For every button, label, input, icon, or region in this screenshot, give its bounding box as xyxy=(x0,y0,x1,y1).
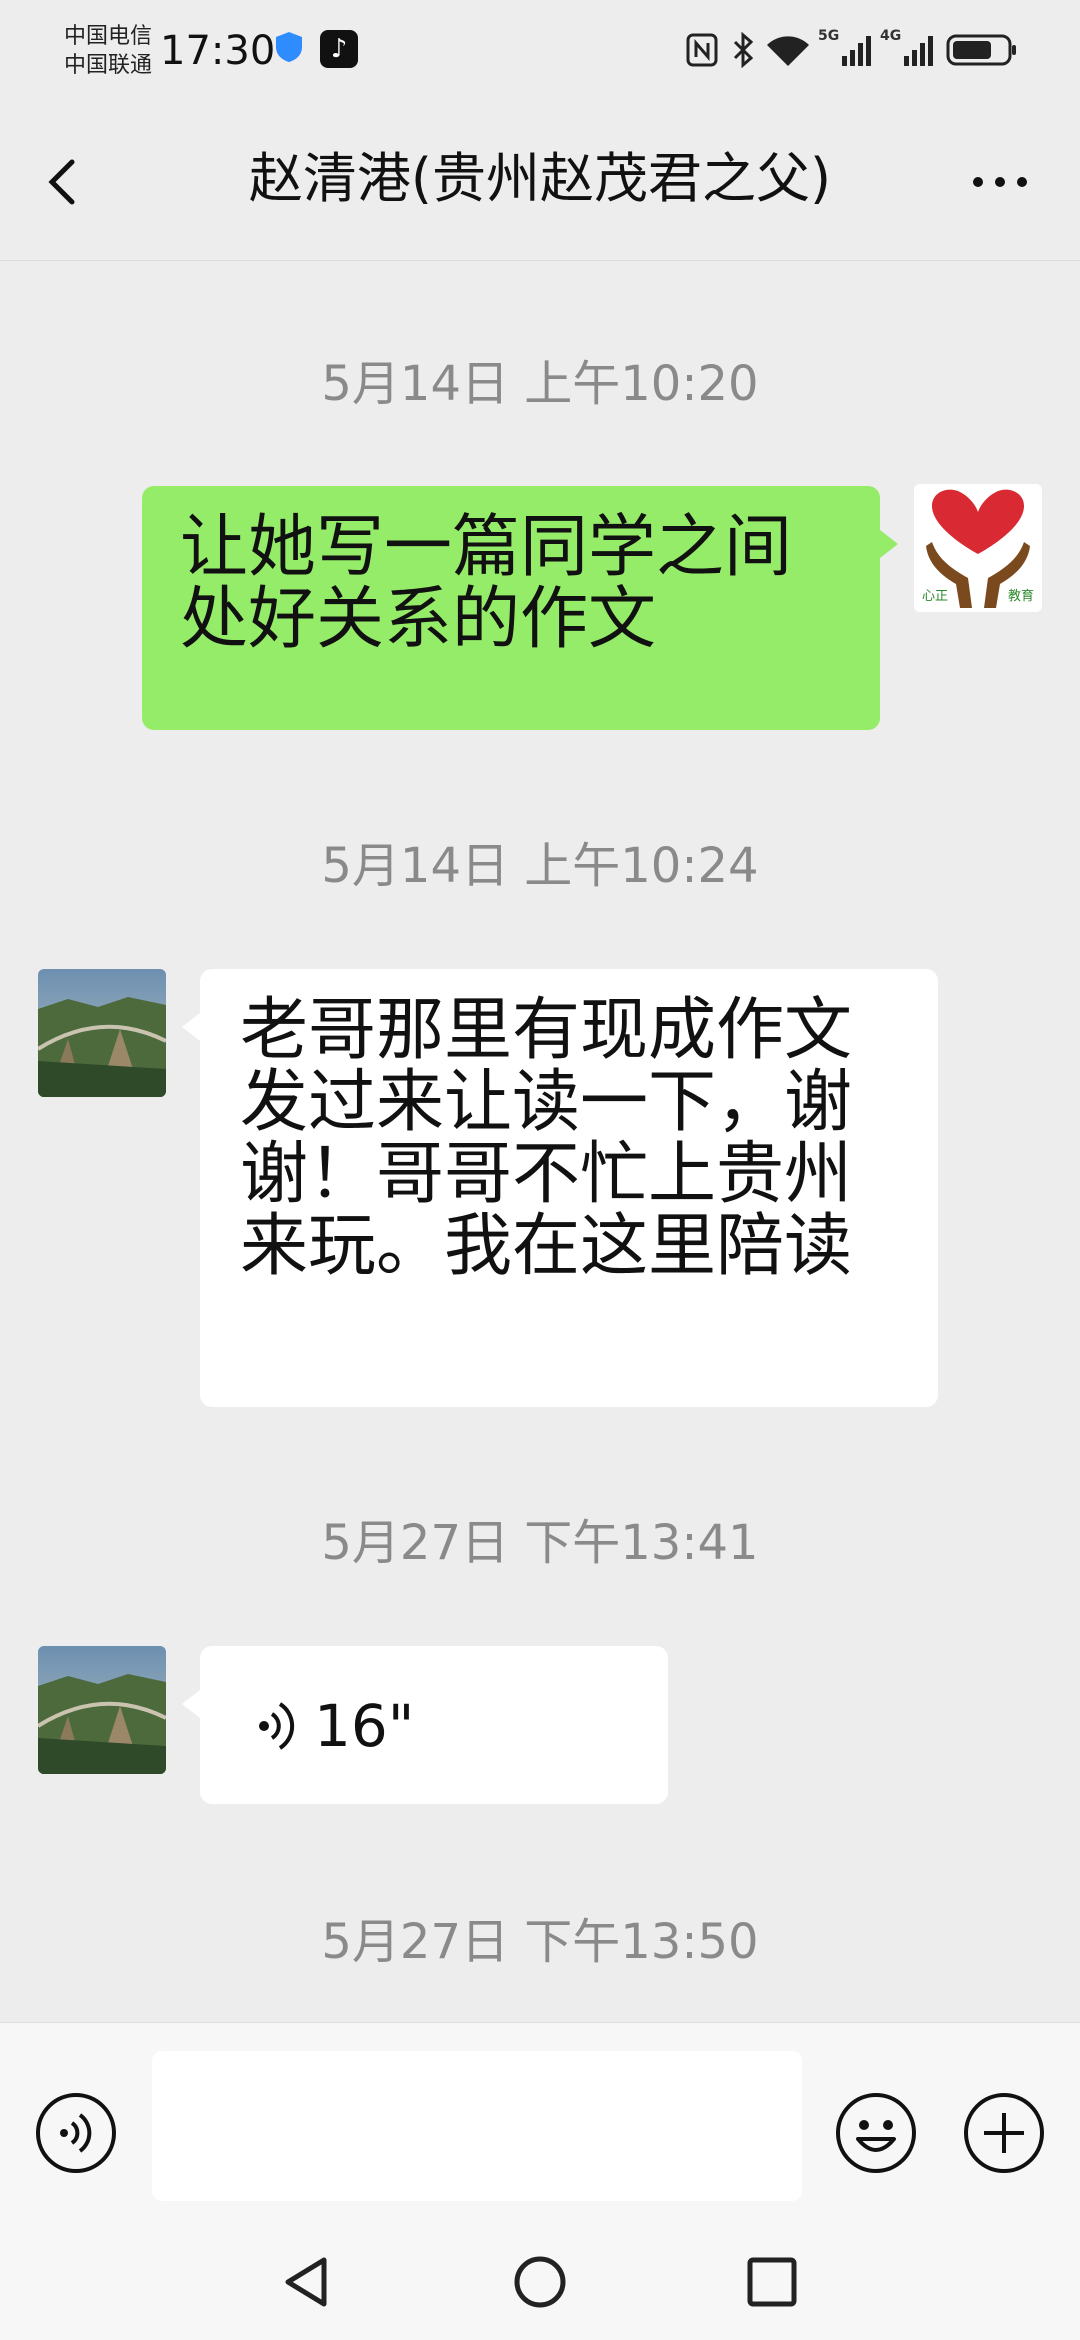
system-navigation-bar xyxy=(0,2212,1080,2340)
nav-back-icon xyxy=(285,2257,327,2307)
nav-home-button[interactable] xyxy=(512,2254,568,2310)
avatar-caption-left: 心正 xyxy=(922,589,948,604)
message-bubble-sent[interactable]: 让她写一篇同学之间处好关系的作文 xyxy=(142,486,898,730)
message-list[interactable]: 5月14日 上午10:20 让她写一篇同学之间处好关系的作文 心正 教育 5月1… xyxy=(0,0,1080,2022)
nav-recents-icon xyxy=(747,2257,797,2307)
landscape-avatar-icon xyxy=(38,1646,166,1774)
timestamp: 5月14日 上午10:20 xyxy=(321,356,759,412)
heart-hands-icon: 心正 教育 xyxy=(922,489,1034,608)
nav-back-button[interactable] xyxy=(280,2254,336,2310)
landscape-avatar-icon xyxy=(38,969,166,1097)
voice-message-bubble[interactable]: 16" xyxy=(182,1646,668,1804)
nav-home-icon xyxy=(514,2256,566,2308)
timestamp: 5月27日 下午13:50 xyxy=(321,1914,759,1970)
more-actions-button[interactable] xyxy=(962,2091,1046,2175)
timestamp: 5月27日 下午13:41 xyxy=(321,1515,759,1571)
plus-icon xyxy=(964,2093,1044,2173)
message-input[interactable] xyxy=(152,2051,802,2201)
my-avatar[interactable]: 心正 教育 xyxy=(914,484,1042,612)
message-bubble-received[interactable]: 老哥那里有现成作文发过来让读一下，谢谢！哥哥不忙上贵州来玩。我在这里陪读 xyxy=(182,969,938,1407)
emoji-button[interactable] xyxy=(834,2091,918,2175)
timestamp: 5月14日 上午10:24 xyxy=(321,838,759,894)
message-text: 老哥那里有现成作文发过来让读一下，谢谢！哥哥不忙上贵州来玩。我在这里陪读 xyxy=(240,991,853,1286)
voice-icon xyxy=(36,2093,116,2173)
input-bar xyxy=(0,2022,1080,2213)
voice-duration: 16" xyxy=(314,1692,415,1760)
avatar-caption-right: 教育 xyxy=(1008,588,1034,604)
contact-avatar[interactable] xyxy=(38,969,166,1097)
voice-message-row: 16" xyxy=(256,1690,414,1762)
contact-avatar[interactable] xyxy=(38,1646,166,1774)
nav-recents-button[interactable] xyxy=(744,2254,800,2310)
voice-wave-icon xyxy=(259,1702,295,1750)
message-text: 让她写一篇同学之间处好关系的作文 xyxy=(180,508,793,659)
voice-input-button[interactable] xyxy=(34,2091,118,2175)
emoji-icon xyxy=(836,2093,916,2173)
